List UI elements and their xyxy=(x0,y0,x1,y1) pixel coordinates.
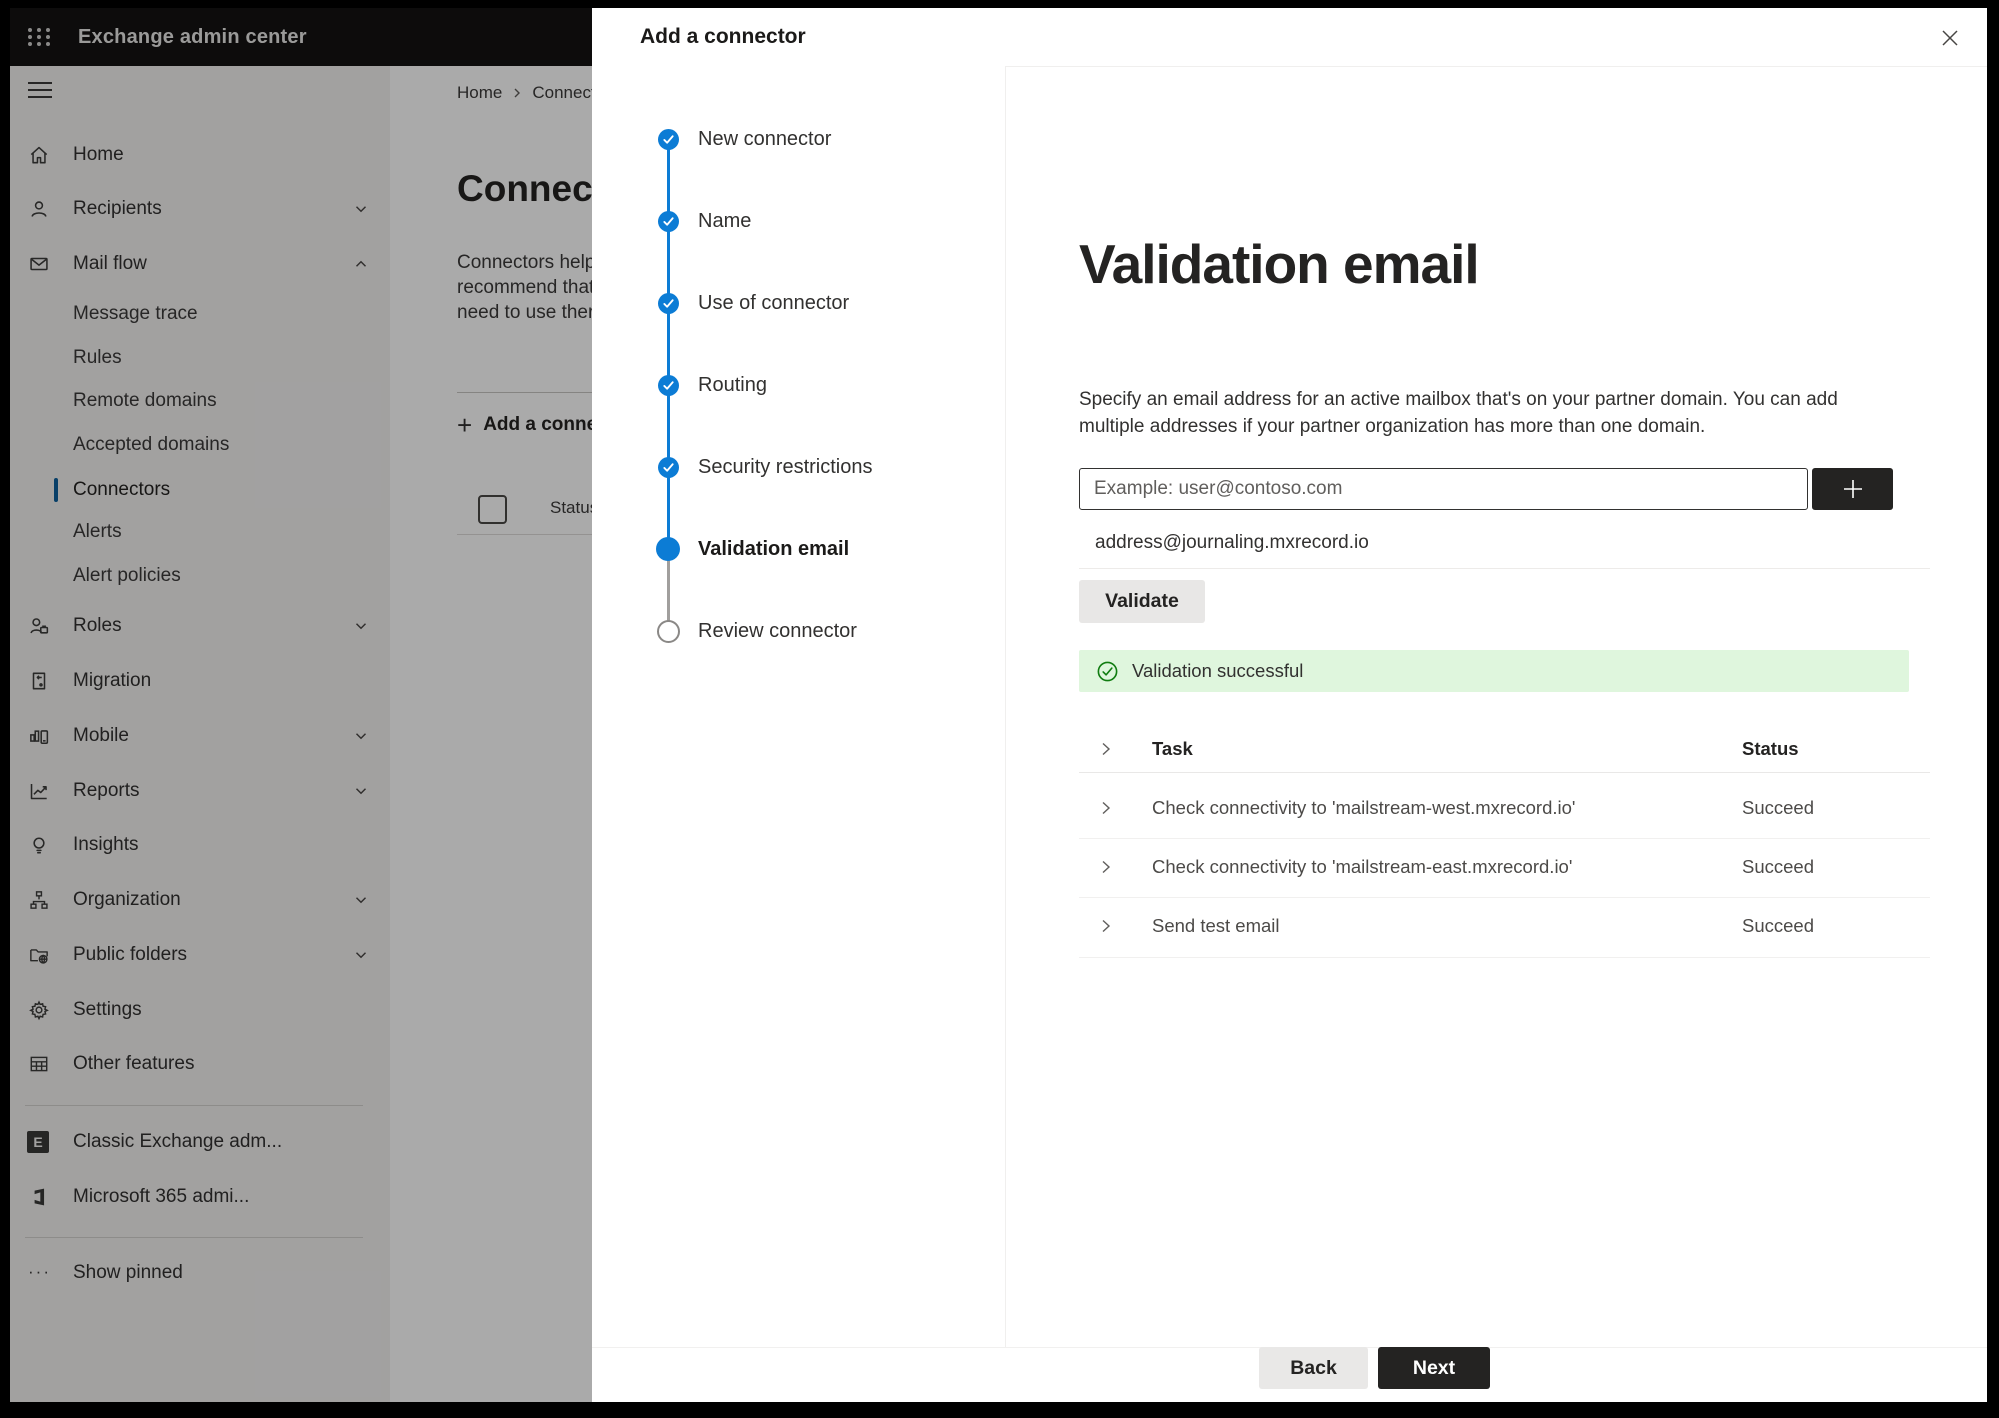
expand-row-chevron-icon[interactable] xyxy=(1096,798,1116,818)
dialog-header: Add a connector xyxy=(592,8,1987,67)
status-value: Succeed xyxy=(1742,856,1814,877)
validate-button[interactable]: Validate xyxy=(1079,580,1205,623)
table-divider xyxy=(1079,838,1930,839)
expand-all-chevron-icon[interactable] xyxy=(1096,739,1116,759)
task-column-header: Task xyxy=(1152,738,1193,759)
address-divider xyxy=(1079,568,1930,569)
email-address-input[interactable] xyxy=(1079,468,1808,510)
banner-text: Validation successful xyxy=(1132,660,1304,681)
added-address-row: address@journaling.mxrecord.io xyxy=(1079,522,1930,564)
dialog-title: Add a connector xyxy=(640,25,806,48)
step-heading: Validation email xyxy=(1079,233,1480,295)
next-button[interactable]: Next xyxy=(1378,1347,1490,1389)
table-divider xyxy=(1079,897,1930,898)
expand-row-chevron-icon[interactable] xyxy=(1096,916,1116,936)
step-description: Specify an email address for an active m… xyxy=(1079,389,1838,437)
add-connector-dialog: Add a connector New connector Name Use o… xyxy=(592,8,1987,1402)
status-value: Succeed xyxy=(1742,797,1814,818)
status-column-header: Status xyxy=(1742,738,1799,759)
table-divider xyxy=(1079,957,1930,958)
added-address: address@journaling.mxrecord.io xyxy=(1095,532,1369,553)
validation-success-banner: Validation successful xyxy=(1079,650,1909,692)
add-address-button[interactable] xyxy=(1812,468,1893,510)
table-divider xyxy=(1079,772,1930,773)
close-icon[interactable] xyxy=(1937,25,1963,51)
dialog-content: Validation email Specify an email addres… xyxy=(592,66,1987,1348)
back-button[interactable]: Back xyxy=(1259,1347,1368,1389)
expand-row-chevron-icon[interactable] xyxy=(1096,857,1116,877)
status-value: Succeed xyxy=(1742,915,1814,936)
success-check-icon xyxy=(1096,660,1119,683)
